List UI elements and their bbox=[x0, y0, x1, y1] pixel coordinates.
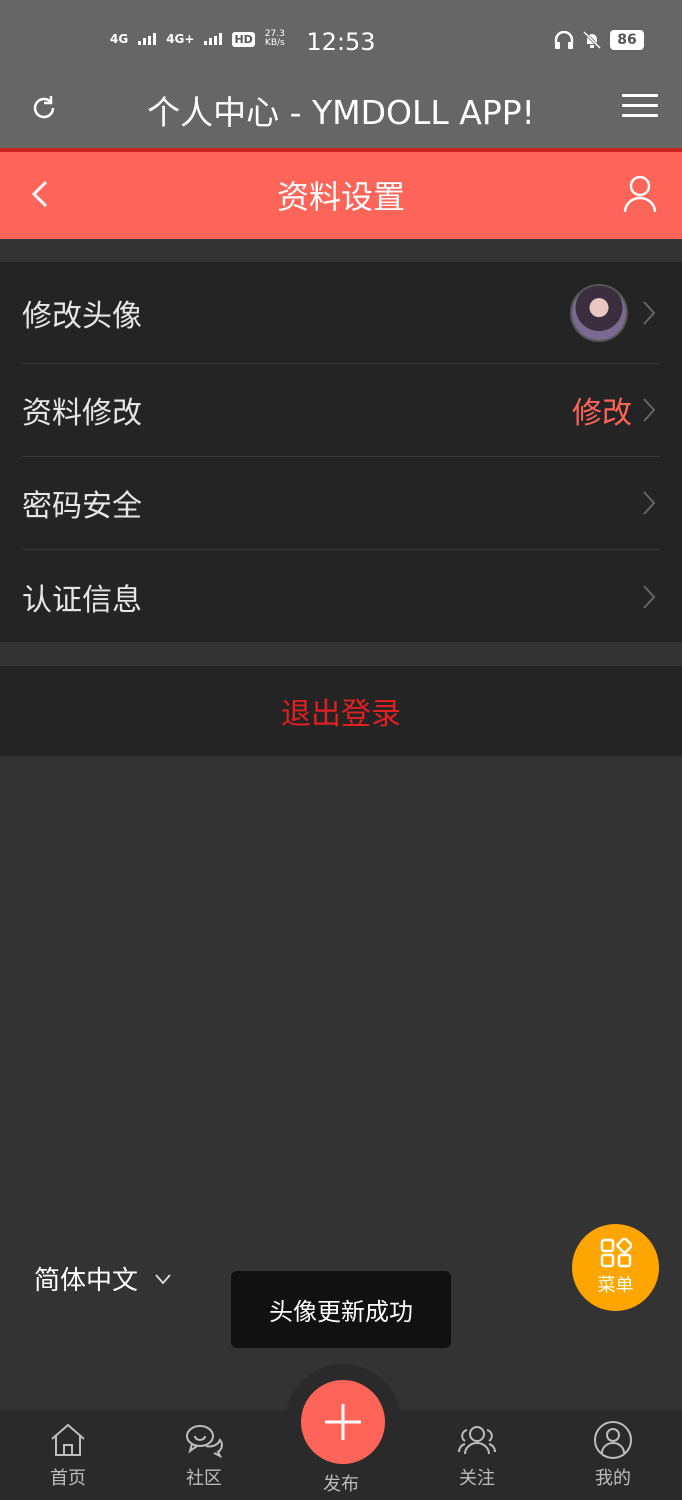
status-bar: 4G 4G+ HD 27.3 KB/s 12:53 86 bbox=[0, 0, 682, 80]
settings-item-profile[interactable]: 资料修改 修改 bbox=[22, 364, 660, 457]
publish-button[interactable] bbox=[301, 1380, 385, 1464]
nav-home-label: 首页 bbox=[50, 1468, 86, 1489]
chevron-right-icon bbox=[643, 584, 656, 609]
settings-item-label: 资料修改 bbox=[22, 396, 142, 431]
app-header: 个人中心 - YMDOLL APP! bbox=[0, 80, 682, 148]
language-select[interactable]: 简体中文 bbox=[34, 1260, 172, 1297]
settings-item-password[interactable]: 密码安全 bbox=[22, 457, 660, 550]
home-icon bbox=[51, 1423, 85, 1456]
nav-publish-label: 发布 bbox=[323, 1474, 359, 1495]
app-title: 个人中心 - YMDOLL APP! bbox=[147, 93, 535, 132]
plus-icon bbox=[325, 1404, 361, 1440]
battery-level: 86 bbox=[610, 30, 644, 50]
hamburger-line bbox=[622, 94, 658, 97]
user-icon[interactable] bbox=[622, 174, 658, 214]
hamburger-line bbox=[622, 114, 658, 117]
settings-item-verification[interactable]: 认证信息 bbox=[22, 550, 660, 643]
mute-bell-icon bbox=[582, 30, 602, 50]
language-label: 简体中文 bbox=[34, 1266, 139, 1296]
logout-button[interactable]: 退出登录 bbox=[0, 666, 682, 756]
settings-list: 修改头像 资料修改 修改 密码安全 认证信息 bbox=[0, 262, 682, 642]
chevron-down-icon bbox=[155, 1273, 171, 1284]
headphones-icon bbox=[554, 31, 574, 49]
hamburger-line bbox=[622, 104, 658, 107]
sub-header: 资料设置 bbox=[0, 152, 682, 239]
floating-menu-label: 菜单 bbox=[597, 1275, 634, 1296]
status-right: 86 bbox=[554, 30, 644, 50]
nav-follow-label: 关注 bbox=[459, 1468, 495, 1489]
nav-home[interactable]: 首页 bbox=[23, 1420, 113, 1490]
chevron-right-icon bbox=[643, 491, 656, 515]
toast-message: 头像更新成功 bbox=[231, 1271, 451, 1348]
users-icon bbox=[458, 1426, 496, 1455]
chevron-right-icon bbox=[643, 300, 656, 325]
grid-menu-icon bbox=[600, 1238, 632, 1268]
nav-community[interactable]: 社区 bbox=[159, 1420, 249, 1490]
chevron-right-icon bbox=[643, 398, 656, 422]
avatar bbox=[570, 283, 628, 342]
settings-item-label: 认证信息 bbox=[22, 582, 142, 618]
chat-bubbles-icon bbox=[186, 1425, 223, 1459]
hamburger-menu-icon[interactable] bbox=[622, 94, 658, 120]
profile-circle-icon bbox=[594, 1421, 632, 1459]
nav-mine[interactable]: 我的 bbox=[568, 1420, 658, 1490]
settings-item-avatar[interactable]: 修改头像 bbox=[22, 262, 660, 364]
page: 4G 4G+ HD 27.3 KB/s 12:53 86 个人中心 - YMDO… bbox=[0, 0, 682, 1500]
settings-item-label: 修改头像 bbox=[22, 298, 142, 334]
nav-community-label: 社区 bbox=[186, 1468, 222, 1489]
settings-item-value: 修改 bbox=[572, 396, 632, 431]
settings-item-label: 密码安全 bbox=[22, 489, 142, 524]
nav-mine-label: 我的 bbox=[595, 1468, 631, 1489]
page-title: 资料设置 bbox=[276, 178, 405, 216]
nav-follow[interactable]: 关注 bbox=[432, 1420, 522, 1490]
floating-menu-button[interactable]: 菜单 bbox=[572, 1224, 659, 1311]
